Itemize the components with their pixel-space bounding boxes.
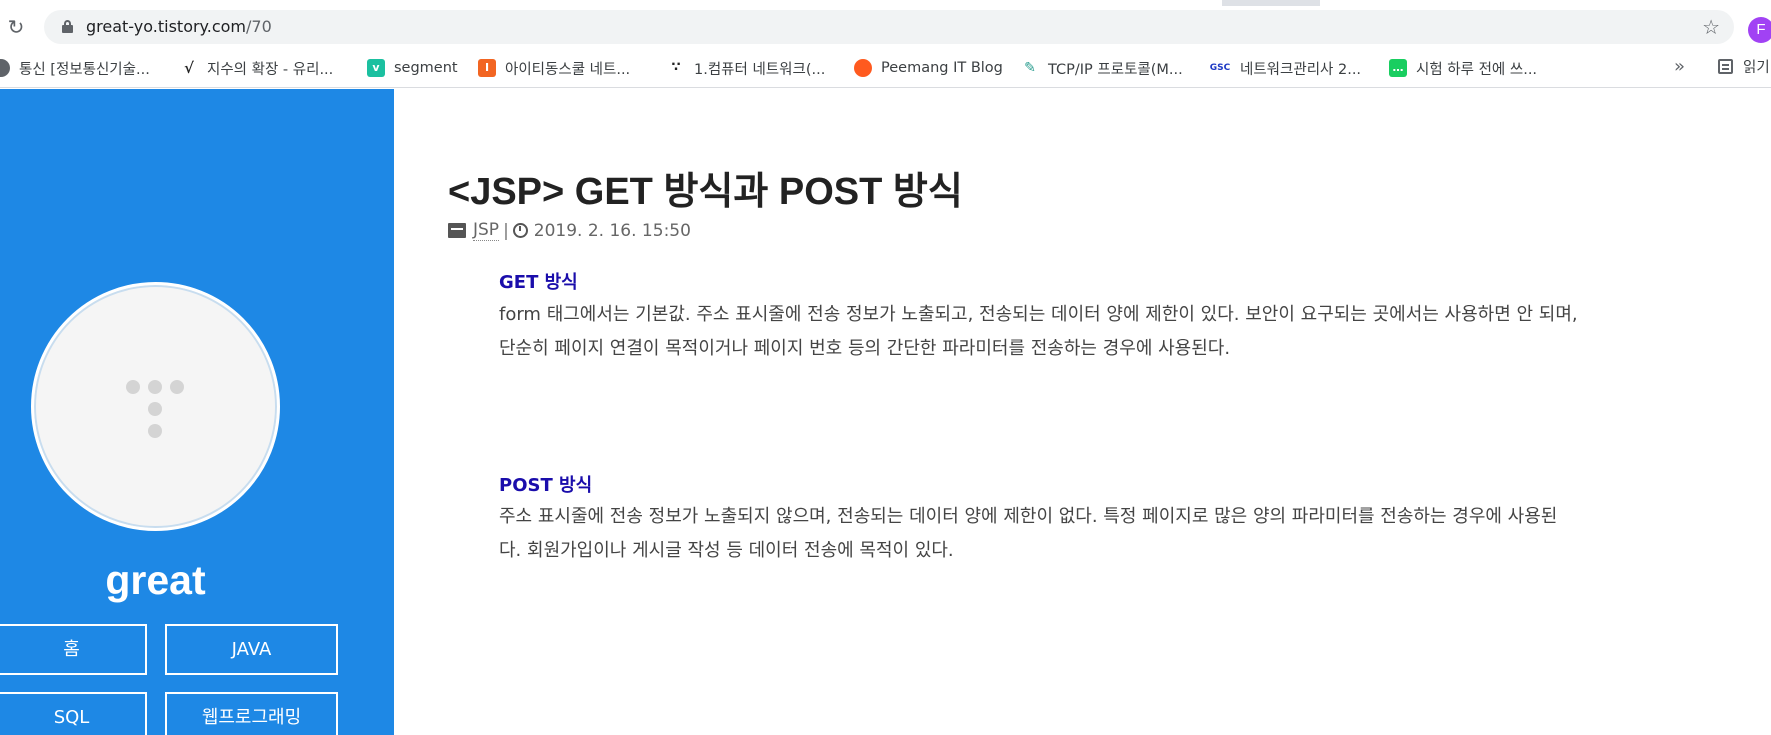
address-bar[interactable]: great-yo.tistory.com/70 ☆ bbox=[44, 10, 1734, 44]
folder-icon bbox=[448, 223, 466, 238]
profile-avatar[interactable]: F bbox=[1748, 17, 1771, 43]
it-school-icon: I bbox=[478, 59, 496, 77]
blog-name[interactable]: great bbox=[0, 557, 311, 604]
url-path: /70 bbox=[246, 17, 272, 36]
gsc-icon: GSC bbox=[1209, 63, 1231, 73]
browser-toolbar: ↻ great-yo.tistory.com/70 ☆ F bbox=[0, 6, 1771, 48]
bookmark-item[interactable]: ∵ 1.컴퓨터 네트워크(... bbox=[667, 56, 825, 80]
url-text[interactable]: great-yo.tistory.com/70 bbox=[86, 17, 272, 37]
paragraph-line: 주소 표시줄에 전송 정보가 노출되지 않으며, 전송되는 데이터 양에 제한이… bbox=[499, 506, 1558, 527]
post-category-link[interactable]: JSP bbox=[473, 220, 500, 241]
bookmark-label: 네트워크관리사 2... bbox=[1240, 61, 1362, 78]
reading-list-label: 읽기 bbox=[1743, 60, 1770, 76]
bookmark-item[interactable]: ✎ TCP/IP 프로토콜(M... bbox=[1021, 56, 1183, 80]
bookmark-label: Peemang IT Blog bbox=[881, 60, 1003, 76]
sqrt-icon: √ bbox=[184, 59, 194, 77]
paragraph-line: form 태그에서는 기본값. 주소 표시줄에 전송 정보가 노출되고, 전송되… bbox=[499, 304, 1578, 325]
tistory-logo-dot bbox=[148, 424, 162, 438]
paragraph-line: 단순히 페이지 연결이 목적이거나 페이지 번호 등의 간단한 파라미터를 전송… bbox=[499, 338, 1231, 359]
bookmark-star-icon[interactable]: ☆ bbox=[1702, 15, 1720, 39]
reading-list-button[interactable]: 읽기 bbox=[1718, 56, 1770, 77]
bookmark-item[interactable]: √ 지수의 확장 - 유리... bbox=[180, 56, 333, 80]
section-body-get: form 태그에서는 기본값. 주소 표시줄에 전송 정보가 노출되고, 전송되… bbox=[499, 298, 1689, 366]
section-heading-post: POST 방식 bbox=[499, 475, 593, 496]
bookmark-label: 통신 [정보통신기술... bbox=[19, 61, 150, 78]
bookmark-item[interactable]: I 아이티동스쿨 네트... bbox=[478, 56, 630, 80]
chat-icon: … bbox=[1389, 59, 1407, 77]
bookmarks-bar: 통신 [정보통신기술... √ 지수의 확장 - 유리... v segment… bbox=[0, 48, 1771, 88]
bookmark-item[interactable]: … 시험 하루 전에 쓰... bbox=[1389, 56, 1537, 80]
pen-icon: ✎ bbox=[1024, 60, 1036, 76]
nav-java-button[interactable]: JAVA bbox=[165, 624, 338, 675]
section-body-post: 주소 표시줄에 전송 정보가 노출되지 않으며, 전송되는 데이터 양에 제한이… bbox=[499, 500, 1689, 568]
nav-sql-button[interactable]: SQL bbox=[0, 692, 147, 735]
peemang-icon bbox=[854, 59, 872, 77]
dots-icon: ∵ bbox=[671, 60, 681, 75]
post-meta: JSP | 2019. 2. 16. 15:50 bbox=[448, 220, 691, 241]
bookmark-label: 아이티동스쿨 네트... bbox=[505, 61, 631, 78]
nav-home-button[interactable]: 홈 bbox=[0, 624, 147, 675]
url-host: great-yo.tistory.com bbox=[86, 17, 246, 36]
tistory-logo-dot bbox=[148, 380, 162, 394]
bookmark-label: segment bbox=[394, 60, 458, 76]
v-icon: v bbox=[367, 59, 385, 77]
avatar[interactable] bbox=[31, 282, 280, 531]
lock-icon[interactable] bbox=[62, 20, 73, 33]
post-title: <JSP> GET 방식과 POST 방식 bbox=[448, 171, 963, 213]
bookmark-label: TCP/IP 프로토콜(M... bbox=[1048, 61, 1183, 78]
bookmark-label: 1.컴퓨터 네트워크(... bbox=[694, 61, 826, 78]
bookmark-label: 시험 하루 전에 쓰... bbox=[1416, 61, 1538, 78]
tistory-logo-icon bbox=[126, 380, 140, 394]
tistory-logo-dot bbox=[170, 380, 184, 394]
bookmark-item[interactable]: 통신 [정보통신기술... bbox=[0, 56, 150, 80]
bookmark-item[interactable]: Peemang IT Blog bbox=[854, 56, 1003, 80]
meta-separator: | bbox=[503, 220, 509, 241]
bookmarks-overflow-button[interactable]: » bbox=[1674, 56, 1685, 77]
nav-webprogramming-button[interactable]: 웹프로그래밍 bbox=[165, 692, 338, 735]
blog-sidebar: great 홈 JAVA SQL 웹프로그래밍 bbox=[0, 89, 394, 735]
reading-list-icon bbox=[1718, 59, 1733, 74]
post-date: 2019. 2. 16. 15:50 bbox=[533, 220, 691, 241]
tistory-logo-dot bbox=[148, 402, 162, 416]
section-heading-get: GET 방식 bbox=[499, 272, 578, 293]
globe-icon bbox=[0, 59, 10, 77]
bookmark-item[interactable]: GSC 네트워크관리사 2... bbox=[1209, 56, 1361, 80]
bookmark-label: 지수의 확장 - 유리... bbox=[207, 61, 334, 78]
paragraph-line: 다. 회원가입이나 게시글 작성 등 데이터 전송에 목적이 있다. bbox=[499, 540, 954, 561]
clock-icon bbox=[512, 223, 528, 238]
bookmark-item[interactable]: v segment bbox=[367, 56, 458, 80]
reload-icon[interactable]: ↻ bbox=[4, 15, 28, 39]
